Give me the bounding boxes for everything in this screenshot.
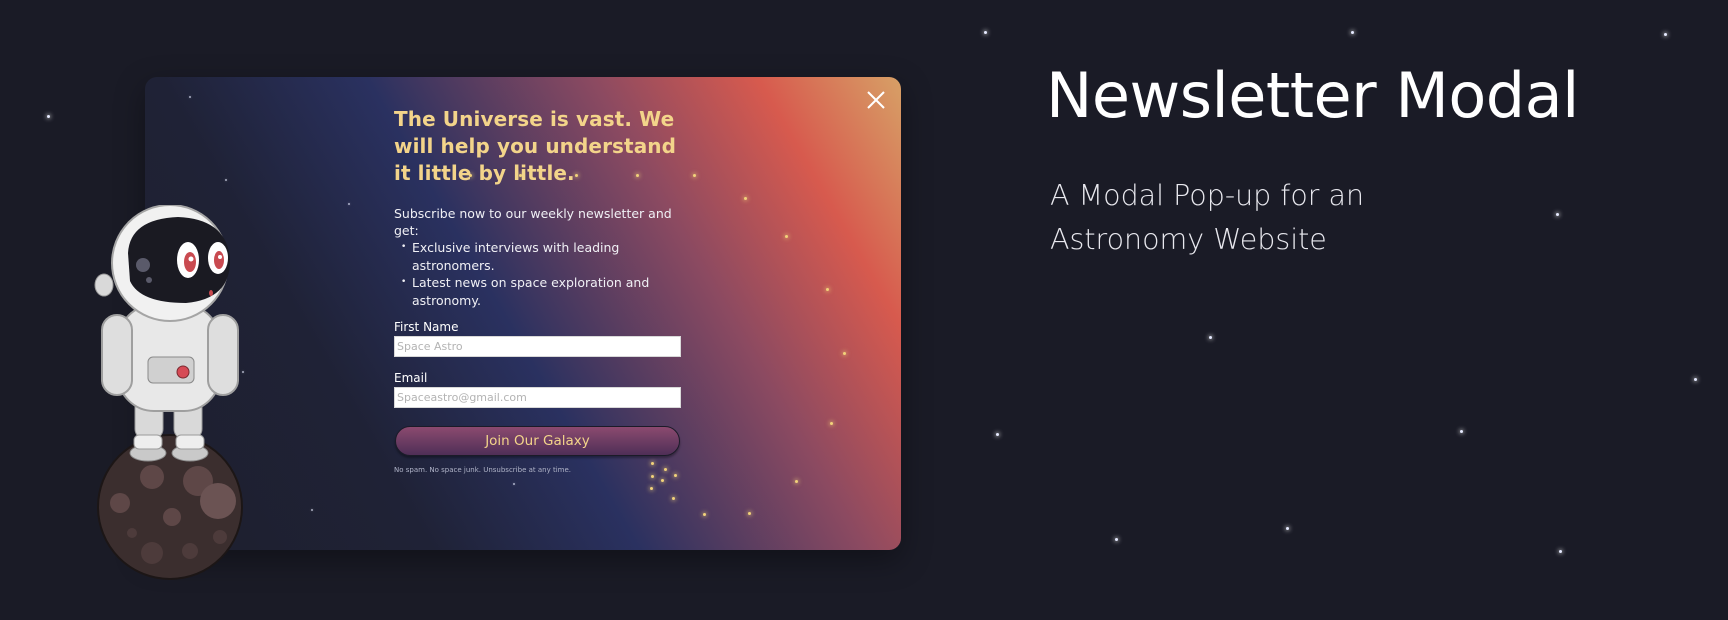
- gold-star: [672, 497, 675, 500]
- email-label: Email: [394, 371, 428, 385]
- first-name-field[interactable]: [394, 336, 681, 357]
- star: [984, 31, 987, 34]
- star: [1694, 378, 1697, 381]
- modal-content: The Universe is vast. We will help you u…: [394, 106, 684, 475]
- gold-star: [795, 480, 798, 483]
- star: [1286, 527, 1289, 530]
- gold-star: [744, 197, 747, 200]
- list-item: Latest news on space exploration and ast…: [401, 274, 684, 309]
- star: [513, 483, 515, 485]
- disclaimer-text: No spam. No space junk. Unsubscribe at a…: [394, 466, 571, 474]
- gold-star: [785, 235, 788, 238]
- star: [1556, 213, 1559, 216]
- email-field[interactable]: [394, 387, 681, 408]
- gold-star: [693, 174, 696, 177]
- star: [1559, 550, 1562, 553]
- close-button[interactable]: [864, 88, 888, 112]
- star: [1664, 33, 1667, 36]
- astronaut-illustration: [94, 205, 243, 580]
- newsletter-intro: Subscribe now to our weekly newsletter a…: [394, 206, 672, 238]
- page-subtitle: A Modal Pop-up for an Astronomy Website: [1050, 179, 1365, 256]
- star: [225, 179, 227, 181]
- star: [1460, 430, 1463, 433]
- star: [1351, 31, 1354, 34]
- join-galaxy-button[interactable]: Join Our Galaxy: [395, 426, 680, 456]
- star: [47, 115, 50, 118]
- gold-star: [703, 513, 706, 516]
- moon-illustration: [97, 434, 243, 580]
- gold-star: [843, 352, 846, 355]
- modal-headline: The Universe is vast. We will help you u…: [394, 107, 677, 185]
- star: [1209, 336, 1212, 339]
- star: [311, 509, 313, 511]
- gold-star: [830, 422, 833, 425]
- gold-star: [748, 512, 751, 515]
- star: [996, 433, 999, 436]
- gold-star: [661, 479, 664, 482]
- gold-star: [650, 487, 653, 490]
- perks-list: Exclusive interviews with leading astron…: [394, 239, 684, 309]
- first-name-label: First Name: [394, 320, 459, 334]
- gold-star: [826, 288, 829, 291]
- page-title: Newsletter Modal: [1046, 59, 1579, 132]
- gold-star: [651, 475, 654, 478]
- star: [348, 203, 350, 205]
- list-item: Exclusive interviews with leading astron…: [401, 239, 684, 274]
- star: [1115, 538, 1118, 541]
- star: [189, 96, 191, 98]
- close-icon: [867, 91, 885, 109]
